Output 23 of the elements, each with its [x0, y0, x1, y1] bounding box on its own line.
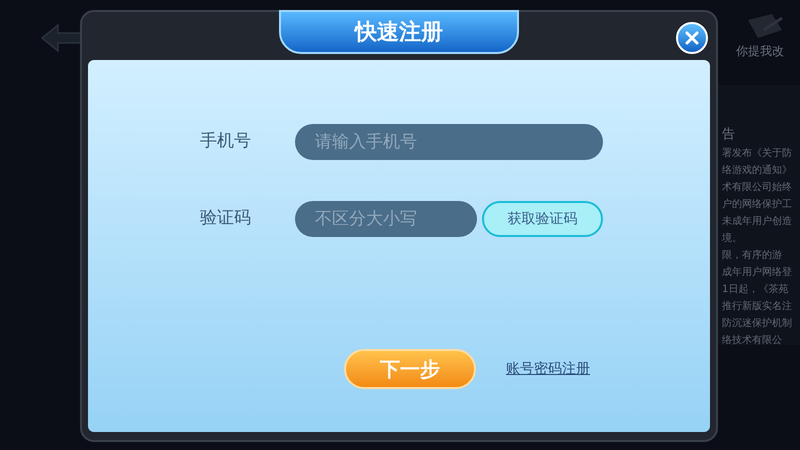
- field-label: 手机号: [199, 130, 252, 154]
- input-field[interactable]: 不区分大小写: [295, 201, 477, 237]
- notice-text: 络游戏的通知》: [722, 164, 792, 178]
- notice-title: 告: [722, 126, 735, 144]
- notice-text: 限，有序的游: [722, 248, 782, 262]
- close-button[interactable]: [676, 22, 708, 54]
- notice-text: 户的网络保护工: [722, 198, 792, 212]
- close-icon: [685, 31, 699, 45]
- field-label: 验证码: [199, 207, 252, 230]
- notice-text: 成年用户网络登: [722, 266, 792, 280]
- notice-text: 推行新版实名注: [722, 300, 792, 314]
- account-register-link[interactable]: 账号密码注册: [506, 358, 590, 380]
- notice-text: 络技术有限公: [722, 334, 782, 345]
- notice-text: 署发布《关于防: [722, 146, 792, 160]
- get-code-button[interactable]: 获取验证码: [482, 201, 603, 237]
- input-field[interactable]: 请输入手机号: [295, 124, 603, 160]
- notice-text: 境。: [722, 232, 742, 246]
- notice-text: 术有限公司始终: [722, 180, 792, 194]
- notice-text: 防沉迷保护机制: [722, 316, 792, 330]
- notice-text: 未成年用户创造: [722, 214, 792, 228]
- feedback-label[interactable]: 你提我改: [736, 42, 784, 60]
- dialog-title: 快速注册: [355, 18, 443, 46]
- notice-text: 1日起，《茶苑: [722, 282, 788, 296]
